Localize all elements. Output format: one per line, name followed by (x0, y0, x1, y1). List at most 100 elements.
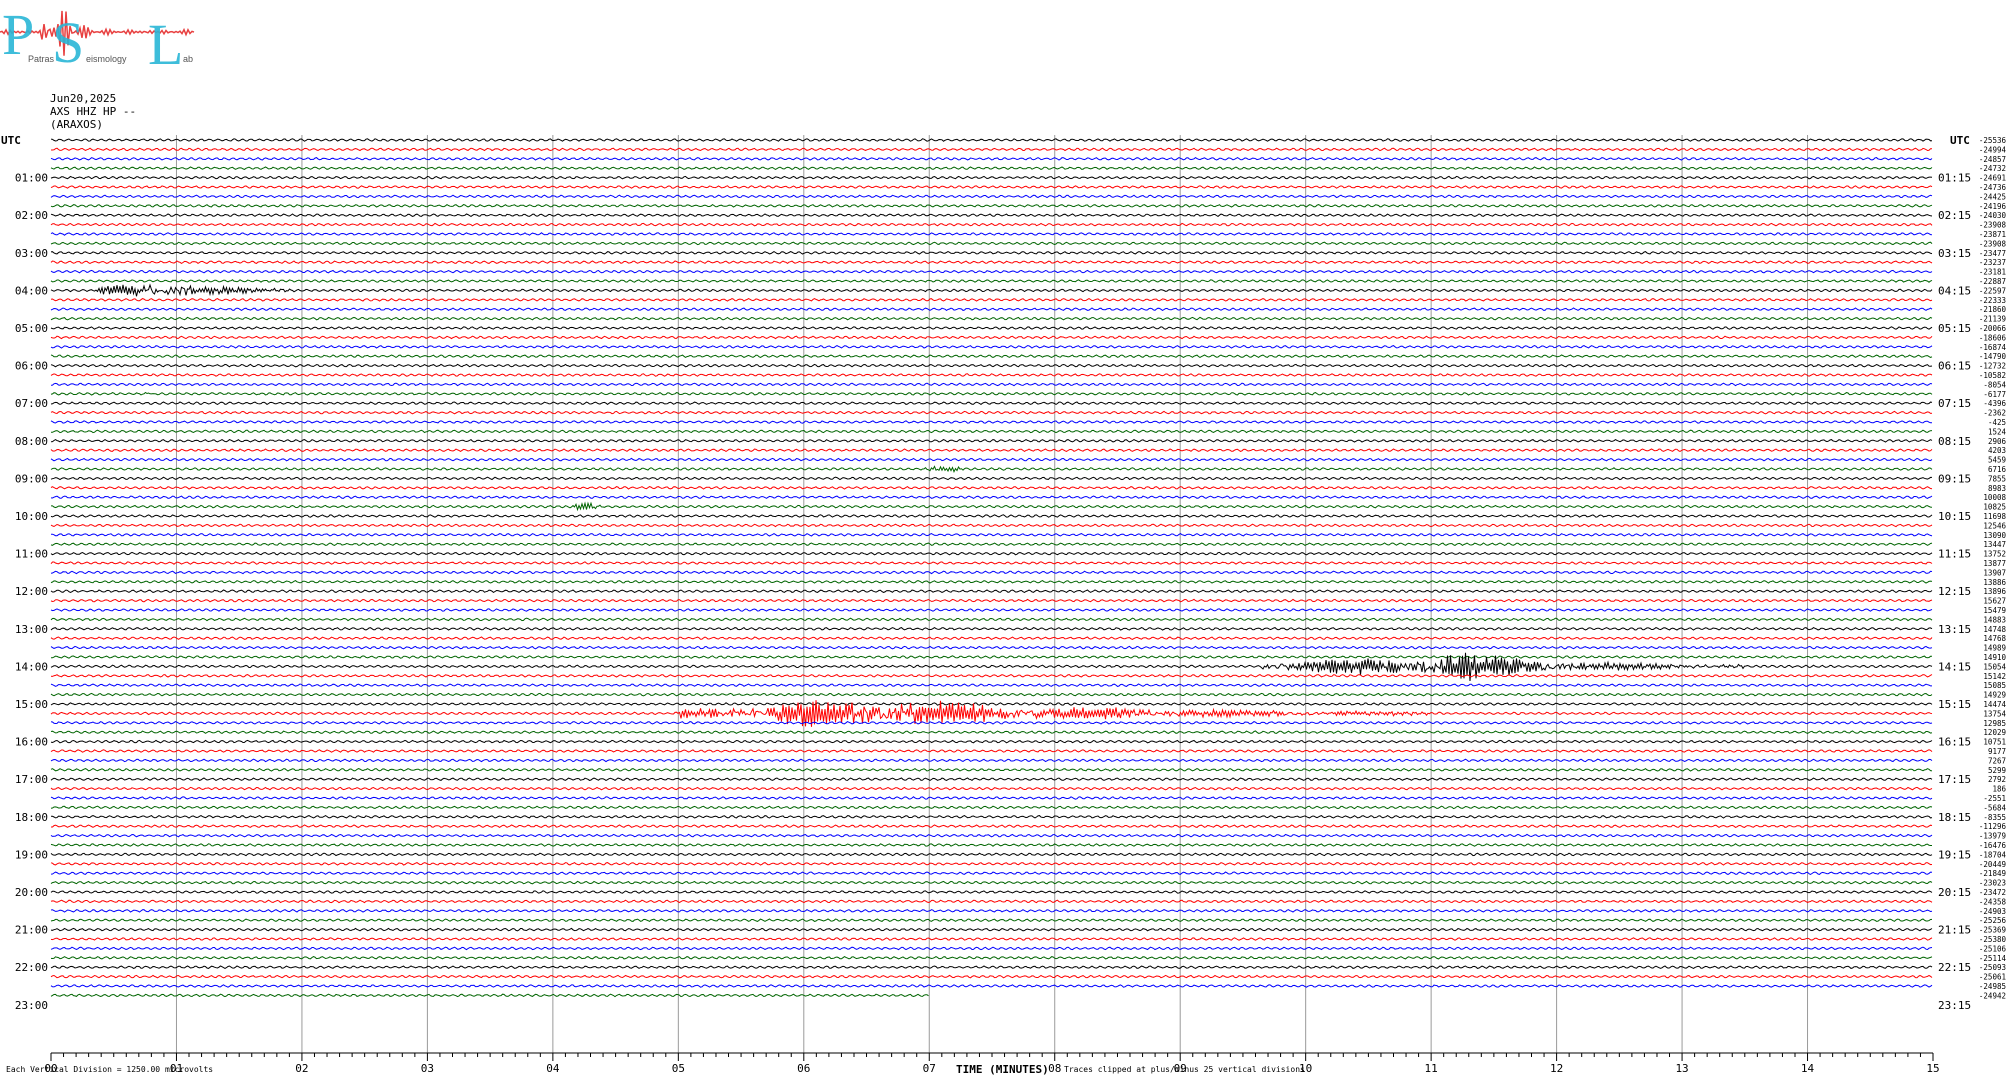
seismic-trace (50, 203, 1933, 208)
trace-offset-label: 10825 (1983, 503, 2006, 512)
trace-offset-label: -25380 (1979, 935, 2007, 944)
seismic-trace (51, 147, 1932, 152)
trace-offset-label: -23472 (1979, 888, 2006, 897)
right-hour-labels: UTC 01:15 02:15 03:15 04:15 05:15 06:15 07:15 08… (1938, 134, 1971, 1012)
trace-offset-label: -24732 (1979, 164, 2006, 173)
left-hour-label: 12:00 (15, 585, 48, 598)
seismic-trace (50, 579, 1933, 584)
seismic-trace (50, 749, 1933, 753)
left-hour-label: 21:00 (15, 924, 48, 937)
seismic-trace (50, 465, 1933, 473)
trace-offset-label: 13896 (1983, 587, 2006, 596)
trace-offset-label: 9177 (1988, 747, 2006, 756)
trace-offset-label: -12732 (1979, 362, 2006, 371)
trace-offset-label: 7855 (1988, 474, 2006, 483)
seismic-trace (50, 354, 1933, 359)
trace-offset-label: 12029 (1983, 728, 2006, 737)
seismic-trace (50, 250, 1933, 255)
seismic-trace (50, 401, 1933, 406)
seismic-trace (50, 974, 1933, 979)
trace-offset-label: -22887 (1979, 277, 2006, 286)
trace-offset-label: 4203 (1988, 446, 2006, 455)
x-tick-label: 15 (1926, 1062, 1939, 1075)
seismic-trace (50, 786, 1933, 791)
x-tick-label: 02 (295, 1062, 308, 1075)
seismic-trace (50, 617, 1933, 622)
seismic-trace (50, 805, 1933, 810)
seismic-trace (50, 514, 1933, 518)
trace-offset-label: 13447 (1983, 540, 2006, 549)
trace-offset-label: -24425 (1979, 192, 2006, 201)
trace-offset-label: -20449 (1979, 860, 2006, 869)
trace-offset-label: -22597 (1979, 286, 2006, 295)
trace-offset-label: 11698 (1983, 512, 2006, 521)
right-hour-label: 08:15 (1938, 435, 1971, 448)
seismic-trace (50, 636, 1933, 641)
x-tick-label: 05 (672, 1062, 685, 1075)
seismic-trace (50, 843, 1932, 847)
seismic-trace (50, 222, 1933, 227)
x-tick-label: 03 (421, 1062, 434, 1075)
seismic-trace (50, 523, 1933, 528)
seismic-trace (50, 185, 1933, 189)
left-hour-label: 03:00 (15, 247, 48, 260)
left-hour-label: 05:00 (15, 322, 48, 335)
seismic-trace (50, 955, 1933, 960)
trace-offset-label: 13090 (1983, 531, 2006, 540)
seismic-trace (50, 702, 1933, 706)
seismic-trace (50, 683, 1932, 688)
right-hour-label: 05:15 (1938, 322, 1971, 335)
left-hour-label: 01:00 (15, 172, 48, 185)
trace-offset-label: 15085 (1983, 681, 2006, 690)
x-tick-label: 12 (1550, 1062, 1563, 1075)
seismic-trace (50, 551, 1933, 556)
right-hour-label: 18:15 (1938, 811, 1971, 824)
trace-offset-label: 15479 (1983, 606, 2006, 615)
trace-offset-label: -23477 (1979, 249, 2006, 258)
trace-offset-label: 12546 (1983, 521, 2006, 530)
trace-offset-label: -25093 (1979, 963, 2006, 972)
seismic-trace (50, 880, 1933, 885)
x-tick-label: 14 (1801, 1062, 1815, 1075)
trace-offset-label: -24942 (1979, 991, 2006, 1000)
trace-offset-label: 10008 (1983, 493, 2006, 502)
seismic-trace (50, 993, 929, 998)
trace-offset-label: -20066 (1979, 324, 2007, 333)
trace-offset-label: -11296 (1979, 822, 2007, 831)
trace-offset-label: 13752 (1983, 550, 2006, 559)
left-hour-label: 16:00 (15, 736, 48, 749)
right-hour-label: 06:15 (1938, 360, 1971, 373)
trace-offset-label: -24736 (1979, 183, 2007, 192)
trace-offset-label: 14929 (1983, 691, 2006, 700)
trace-offset-label: -8054 (1983, 380, 2006, 389)
trace-offset-label: 13754 (1983, 709, 2006, 718)
trace-offset-label: 5299 (1988, 766, 2006, 775)
trace-offset-label: 14748 (1983, 625, 2006, 634)
trace-offset-label: -21849 (1979, 869, 2006, 878)
trace-offset-label: -24030 (1979, 211, 2007, 220)
seismic-trace (50, 739, 1933, 744)
seismic-trace (50, 946, 1933, 951)
seismic-trace (50, 645, 1933, 650)
trace-offset-label: -6177 (1983, 390, 2006, 399)
seismic-trace (50, 382, 1933, 387)
seismic-trace (50, 410, 1933, 415)
seismic-trace (50, 777, 1933, 782)
trace-offset-label: -23908 (1979, 221, 2007, 230)
trace-offset-label: -16476 (1979, 841, 2007, 850)
seismic-trace (50, 279, 1933, 283)
left-hour-label: 18:00 (15, 811, 48, 824)
seismic-trace (50, 232, 1933, 236)
seismic-trace (50, 692, 1933, 697)
left-hour-label: 02:00 (15, 209, 48, 222)
trace-offset-label: 15142 (1983, 672, 2006, 681)
right-hour-label: 14:15 (1938, 660, 1971, 673)
seismic-trace (50, 570, 1933, 575)
seismic-trace (50, 918, 1933, 923)
seismic-trace (50, 156, 1933, 161)
trace-offset-label: -23181 (1979, 268, 2006, 277)
seismic-trace (50, 796, 1933, 800)
right-hour-label: 15:15 (1938, 698, 1971, 711)
trace-offset-label: -25536 (1979, 136, 2007, 145)
seismic-trace (50, 307, 1933, 312)
